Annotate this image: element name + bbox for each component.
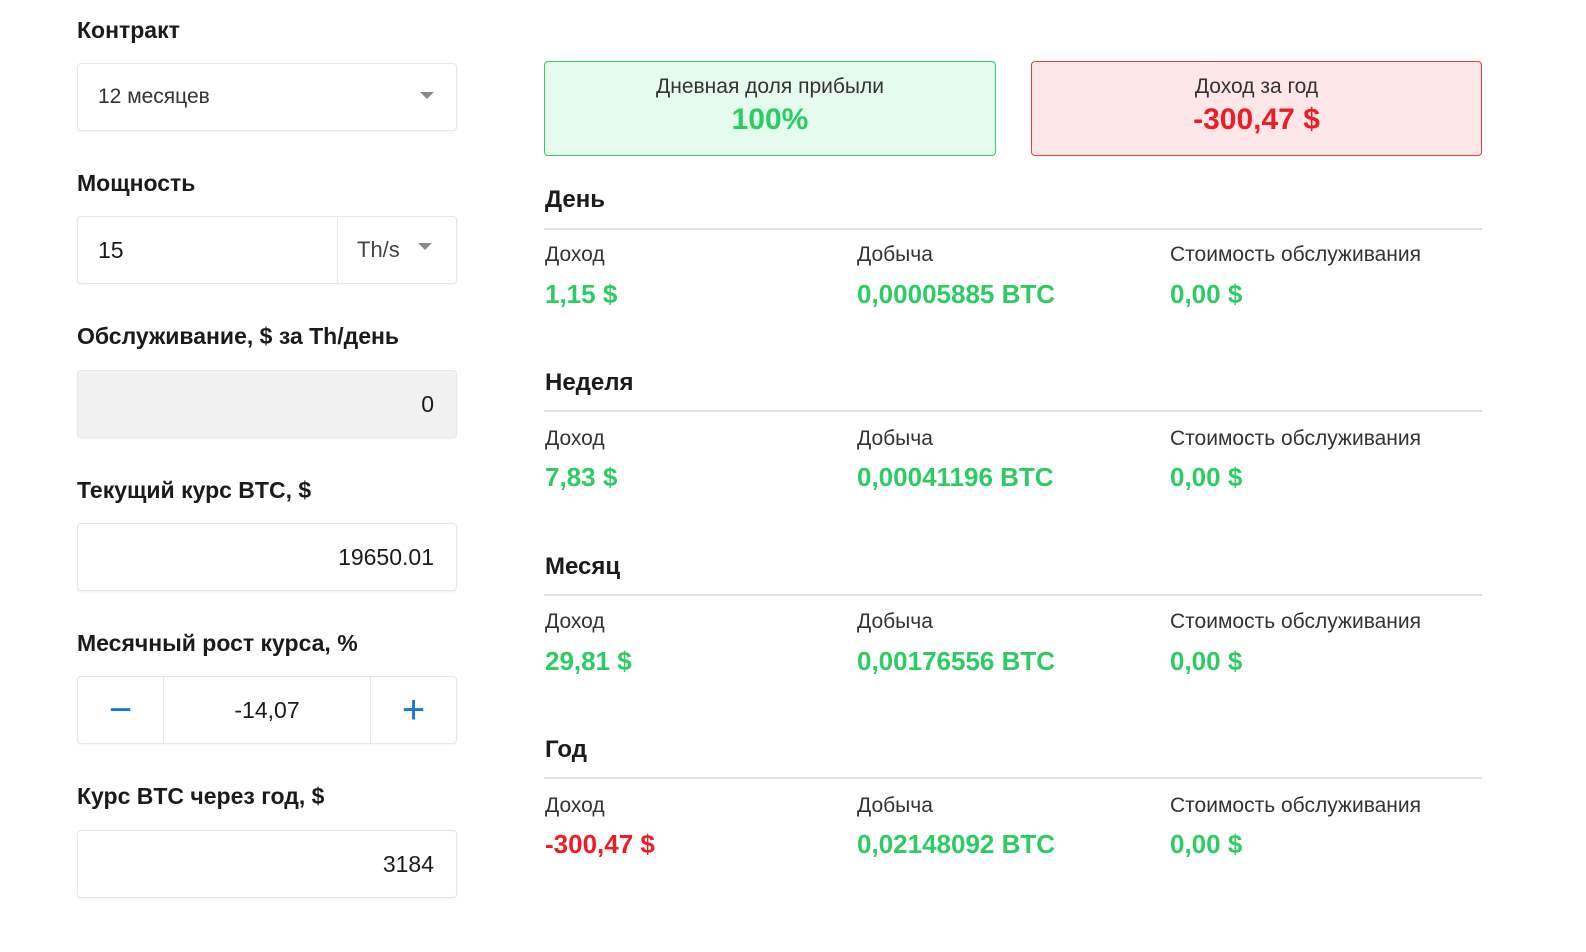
power-input[interactable]: 15 (78, 217, 338, 283)
btc-year-label: Курс BTC через год, $ (77, 783, 325, 809)
week-cost-value: 0,00 $ (1170, 462, 1243, 492)
period-title-day: День (545, 186, 605, 213)
period-title-month: Месяц (545, 553, 621, 580)
year-mining-value: 0,02148092 BTC (857, 829, 1056, 859)
maintenance-label: Обслуживание, $ за Th/день (77, 323, 400, 349)
year-income-title: Доход за год (1194, 75, 1319, 98)
power-field[interactable]: 15 Th/s (77, 216, 457, 284)
income-label: Доход (545, 610, 605, 633)
month-cost-value: 0,00 $ (1170, 646, 1243, 676)
contract-value: 12 месяцев (98, 85, 210, 108)
btc-rate-value: 19650.01 (338, 543, 434, 570)
divider (544, 777, 1482, 779)
monthly-growth-value[interactable]: -14,07 (164, 697, 370, 724)
btc-year-value: 3184 (382, 850, 434, 877)
maintenance-input: 0 (77, 370, 457, 438)
period-title-week: Неделя (545, 369, 634, 396)
divider (544, 228, 1482, 230)
income-label: Доход (545, 243, 605, 266)
monthly-growth-stepper[interactable]: − -14,07 + (77, 676, 457, 744)
daily-share-card: Дневная доля прибыли 100% (544, 61, 996, 156)
income-label: Доход (545, 794, 605, 817)
contract-select[interactable]: 12 месяцев (77, 63, 457, 131)
monthly-growth-label: Месячный рост курса, % (77, 630, 358, 656)
mining-label: Добыча (857, 610, 933, 633)
increment-button[interactable]: + (370, 677, 456, 743)
week-mining-value: 0,00041196 BTC (857, 462, 1054, 492)
year-income-card: Доход за год -300,47 $ (1031, 61, 1482, 156)
year-income-value: -300,47 $ (1193, 103, 1320, 136)
contract-label: Контракт (77, 17, 180, 43)
chevron-down-icon (418, 243, 432, 250)
chevron-down-icon (420, 92, 434, 99)
year-cost-value: 0,00 $ (1170, 829, 1243, 859)
btc-year-input[interactable]: 3184 (77, 830, 457, 898)
power-value: 15 (98, 236, 124, 263)
decrement-button[interactable]: − (78, 677, 164, 743)
month-mining-value: 0,00176556 BTC (857, 646, 1056, 676)
mining-label: Добыча (857, 794, 933, 817)
power-unit: Th/s (357, 237, 400, 262)
day-cost-value: 0,00 $ (1170, 279, 1243, 309)
power-unit-select[interactable]: Th/s (338, 217, 456, 283)
period-title-year: Год (545, 736, 587, 763)
mining-label: Добыча (857, 243, 933, 266)
income-label: Доход (545, 427, 605, 450)
power-label: Мощность (77, 170, 196, 196)
divider (544, 594, 1482, 596)
week-income-value: 7,83 $ (545, 462, 618, 492)
maintenance-cost-label: Стоимость обслуживания (1170, 427, 1422, 450)
btc-rate-input[interactable]: 19650.01 (77, 523, 457, 591)
month-income-value: 29,81 $ (545, 646, 632, 676)
year-income-value: -300,47 $ (545, 829, 655, 859)
day-income-value: 1,15 $ (545, 279, 618, 309)
divider (544, 410, 1482, 412)
maintenance-cost-label: Стоимость обслуживания (1170, 794, 1422, 817)
btc-rate-label: Текущий курс BTC, $ (77, 477, 312, 503)
day-mining-value: 0,00005885 BTC (857, 279, 1056, 309)
mining-label: Добыча (857, 427, 933, 450)
maintenance-cost-label: Стоимость обслуживания (1170, 243, 1422, 266)
daily-share-title: Дневная доля прибыли (656, 75, 884, 98)
maintenance-value: 0 (421, 390, 434, 417)
daily-share-value: 100% (731, 103, 809, 136)
maintenance-cost-label: Стоимость обслуживания (1170, 610, 1422, 633)
